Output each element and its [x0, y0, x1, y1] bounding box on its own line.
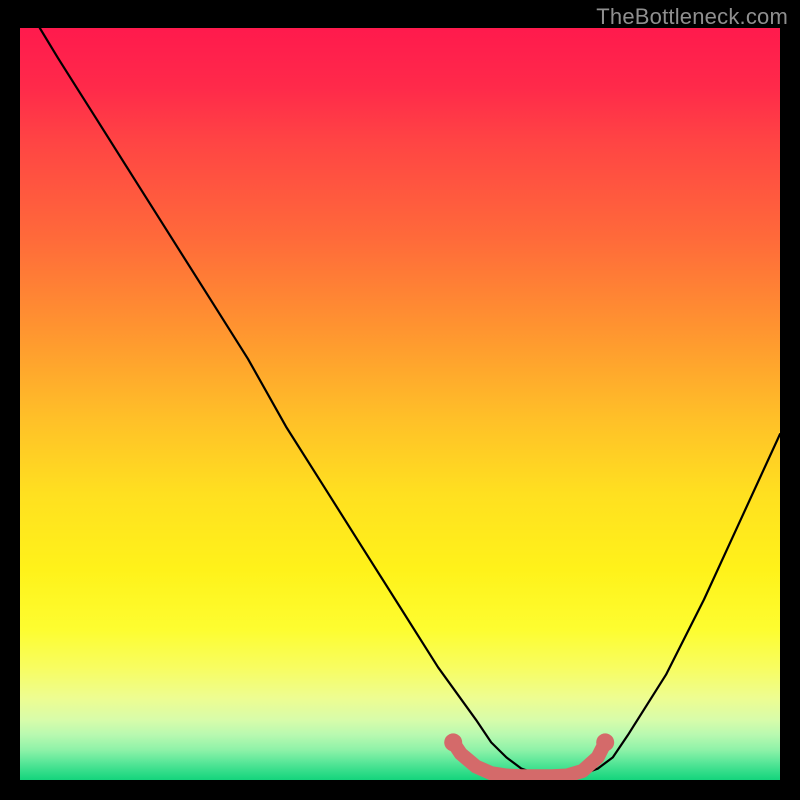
watermark-text: TheBottleneck.com [596, 4, 788, 30]
marker-endpoint-left [444, 733, 462, 751]
chart-svg [20, 28, 780, 780]
bottleneck-curve [40, 28, 780, 776]
marker-endpoint-right [596, 733, 614, 751]
chart-frame: TheBottleneck.com [0, 0, 800, 800]
plot-area [20, 28, 780, 780]
optimal-region-marker [453, 742, 605, 776]
